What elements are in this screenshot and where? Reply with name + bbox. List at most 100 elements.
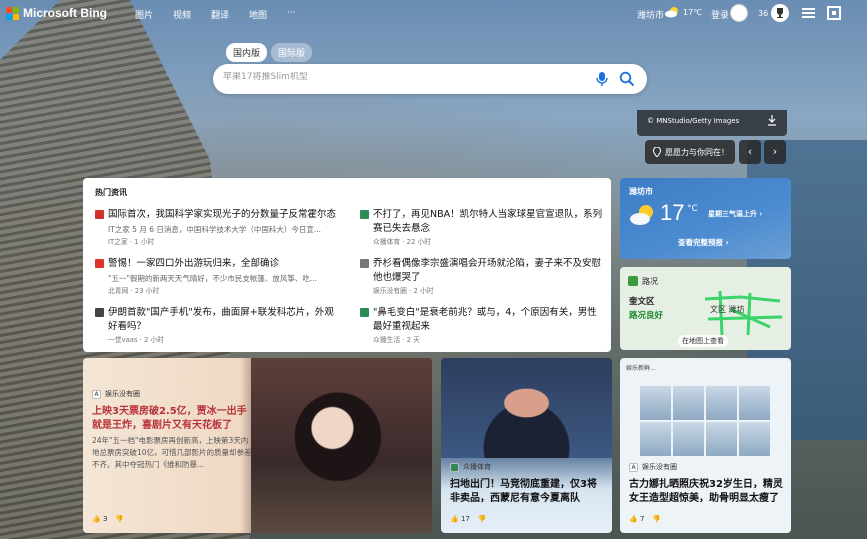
- like-count: 17: [460, 515, 470, 523]
- search-box: [213, 64, 647, 94]
- traffic-card[interactable]: 路况 奎文区 路况良好 文区 潍坊 在地图上查看: [620, 267, 791, 350]
- source-icon: A: [629, 462, 638, 472]
- news-panel-title: 热门资讯: [95, 188, 127, 197]
- news-item[interactable]: 伊朗首款"国产手机"发布，曲面屏+联发科芯片，外观好看吗？ 一觉vaas · 2…: [95, 306, 340, 346]
- card-snippet: 24年"五一档"电影票房再创新高，上映第3天内地总票房突破10亿，可惜几部影片的…: [92, 436, 252, 469]
- card-image: [441, 358, 612, 458]
- card-actions: 👍 7 👎: [629, 515, 661, 523]
- card-image-header: 娱乐新鲜...: [626, 365, 656, 372]
- hamburger-menu-icon[interactable]: [802, 8, 815, 18]
- card-source-name: 娱乐没有圈: [105, 390, 140, 398]
- search-icon[interactable]: [619, 71, 635, 87]
- news-card[interactable]: 众播体育 扫地出门！马竞彻底重建，仅3将非卖品，西蒙尼有意今夏离队 👍 17 👎: [441, 358, 612, 533]
- source-icon: [450, 462, 459, 472]
- news-source-icon: [95, 259, 104, 268]
- microphone-icon[interactable]: [595, 71, 609, 87]
- weather-city[interactable]: 潍坊市: [629, 186, 653, 197]
- location-pin-icon: [653, 147, 661, 157]
- like-button[interactable]: 👍 3: [92, 515, 107, 523]
- news-headline[interactable]: 警惕！一家四口外出游玩归来，全部确诊: [108, 257, 340, 271]
- rewards-trophy-icon[interactable]: [771, 4, 789, 22]
- news-headline[interactable]: "鼻毛变白"是衰老前兆？或与，4，个原因有关，男性最好重视起来: [373, 306, 605, 334]
- bing-logo[interactable]: Microsoft Bing: [6, 6, 107, 20]
- weather-full-forecast-link[interactable]: 查看完整预报 ›: [678, 237, 729, 248]
- news-snippet: IT之家 5 月 6 日消息，中国科学技术大学（中国科大）今日宣...: [108, 225, 322, 234]
- like-count: 7: [639, 515, 645, 523]
- traffic-area: 奎文区: [629, 297, 655, 307]
- news-source-icon: [360, 308, 369, 317]
- traffic-title: 路况: [642, 277, 658, 286]
- news-snippet: "五一"假期的新两天天气晴好，不少市民支帐篷、放风筝、吃...: [108, 274, 318, 283]
- news-card[interactable]: 娱乐新鲜... A 娱乐没有圈 古力娜扎晒照庆祝32岁生日，精灵女王造型超惊美，…: [620, 358, 791, 533]
- previous-image-button[interactable]: ‹: [739, 140, 761, 164]
- news-meta: 众播生活 · 2 天: [373, 336, 420, 344]
- traffic-map[interactable]: 文区 潍坊: [700, 289, 785, 337]
- traffic-map-label: 文区 潍坊: [710, 304, 745, 314]
- header-city[interactable]: 潍坊市: [637, 8, 664, 21]
- partly-cloudy-icon: [630, 205, 653, 225]
- nav-translate[interactable]: 翻译: [211, 8, 229, 21]
- news-item[interactable]: 警惕！一家四口外出游玩归来，全部确诊 "五一"假期的新两天天气晴好，不少市民支帐…: [95, 257, 340, 297]
- card-source: A 娱乐没有圈: [629, 462, 677, 472]
- weather-card[interactable]: 潍坊市 17 °C 星期三气温上升 › 查看完整预报 ›: [620, 178, 791, 259]
- news-headline[interactable]: 国际首次，我国科学家实现光子的分数量子反常霍尔态: [108, 208, 340, 222]
- traffic-status: 路况良好: [629, 311, 664, 321]
- news-source-icon: [360, 210, 369, 219]
- partly-cloudy-icon: [665, 7, 678, 18]
- like-button[interactable]: 👍 17: [450, 515, 470, 523]
- tab-domestic[interactable]: 国内版: [226, 43, 268, 62]
- view-on-map-link[interactable]: 在地图上查看: [678, 335, 728, 347]
- dislike-icon[interactable]: 👎: [652, 515, 661, 523]
- rewards-points[interactable]: 36: [758, 9, 768, 18]
- dislike-icon[interactable]: 👎: [478, 515, 487, 523]
- card-title[interactable]: 古力娜扎晒照庆祝32岁生日，精灵女王造型超惊美，助骨明显太瘦了: [629, 478, 787, 506]
- card-source-name: 娱乐没有圈: [642, 463, 677, 471]
- news-source-icon: [95, 210, 104, 219]
- news-source-icon: [360, 259, 369, 268]
- card-title[interactable]: 上映3天票房破2.5亿，贾冰一出手就是王炸，喜剧片又有天花板了: [92, 405, 252, 433]
- nav-images[interactable]: 图片: [135, 8, 153, 21]
- dislike-icon[interactable]: 👎: [115, 515, 124, 523]
- region-tabs: 国内版 国际版: [226, 43, 313, 62]
- news-headline[interactable]: 伊朗首款"国产手机"发布，曲面屏+联发科芯片，外观好看吗？: [108, 306, 340, 334]
- news-meta: IT之家 · 1 小时: [108, 238, 155, 246]
- credit-text: © MNStudio/Getty Images: [647, 117, 740, 125]
- like-button[interactable]: 👍 7: [629, 515, 644, 523]
- card-source-name: 众播体育: [463, 463, 491, 471]
- news-meta: 北青网 · 23 小时: [108, 287, 160, 295]
- news-headline[interactable]: 不打了，再见NBA！凯尔特人当家球星官宣退队，系列赛已失去悬念: [373, 208, 605, 236]
- nav-videos[interactable]: 视频: [173, 8, 191, 21]
- microsoft-logo-icon: [6, 6, 19, 20]
- logo-text: Microsoft Bing: [23, 6, 107, 20]
- news-item[interactable]: 不打了，再见NBA！凯尔特人当家球星官宣退队，系列赛已失去悬念 众播体育 · 2…: [360, 208, 605, 248]
- news-headline[interactable]: 乔杉看偶像李宗盛演唱会开场就沦陷，妻子来不及安慰他也爆哭了: [373, 257, 605, 285]
- news-item[interactable]: 国际首次，我国科学家实现光子的分数量子反常霍尔态 IT之家 5 月 6 日消息，…: [95, 208, 340, 248]
- like-count: 3: [102, 515, 108, 523]
- nav-maps[interactable]: 地图: [249, 8, 267, 21]
- weather-temp: 17: [660, 200, 685, 225]
- search-input[interactable]: [223, 72, 583, 82]
- top-nav: 图片 视频 翻译 地图 ···: [135, 8, 316, 21]
- news-meta: 众播体育 · 22 小时: [373, 238, 432, 246]
- card-source: A 娱乐没有圈: [92, 389, 140, 399]
- card-image: [251, 358, 432, 533]
- news-meta: 娱乐没有圈 · 2 小时: [373, 287, 434, 295]
- card-title[interactable]: 扫地出门！马竞彻底重建，仅3将非卖品，西蒙尼有意今夏离队: [450, 478, 605, 506]
- news-item[interactable]: 乔杉看偶像李宗盛演唱会开场就沦陷，妻子来不及安慰他也爆哭了 娱乐没有圈 · 2 …: [360, 257, 605, 297]
- nav-more[interactable]: ···: [287, 8, 296, 21]
- card-source: 众播体育: [450, 462, 491, 472]
- header-temp[interactable]: 17℃: [683, 8, 702, 17]
- weather-forecast-note[interactable]: 星期三气温上升 ›: [708, 209, 762, 219]
- news-item[interactable]: "鼻毛变白"是衰老前兆？或与，4，个原因有关，男性最好重视起来 众播生活 · 2…: [360, 306, 605, 346]
- tab-international[interactable]: 国际版: [271, 43, 313, 62]
- user-avatar-icon[interactable]: [730, 4, 748, 22]
- news-card[interactable]: A 娱乐没有圈 上映3天票房破2.5亿，贾冰一出手就是王炸，喜剧片又有天花板了 …: [83, 358, 432, 533]
- login-link[interactable]: 登录: [711, 8, 729, 21]
- hot-news-panel: 热门资讯 国际首次，我国科学家实现光子的分数量子反常霍尔态 IT之家 5 月 6…: [83, 178, 611, 352]
- qr-code-icon[interactable]: [827, 6, 841, 20]
- download-icon[interactable]: [767, 114, 777, 126]
- image-credit: © MNStudio/Getty Images: [637, 110, 787, 136]
- next-image-button[interactable]: ›: [764, 140, 786, 164]
- card-actions: 👍 17 👎: [450, 515, 487, 523]
- image-location-button[interactable]: 愿愿力与你同在！: [645, 140, 735, 164]
